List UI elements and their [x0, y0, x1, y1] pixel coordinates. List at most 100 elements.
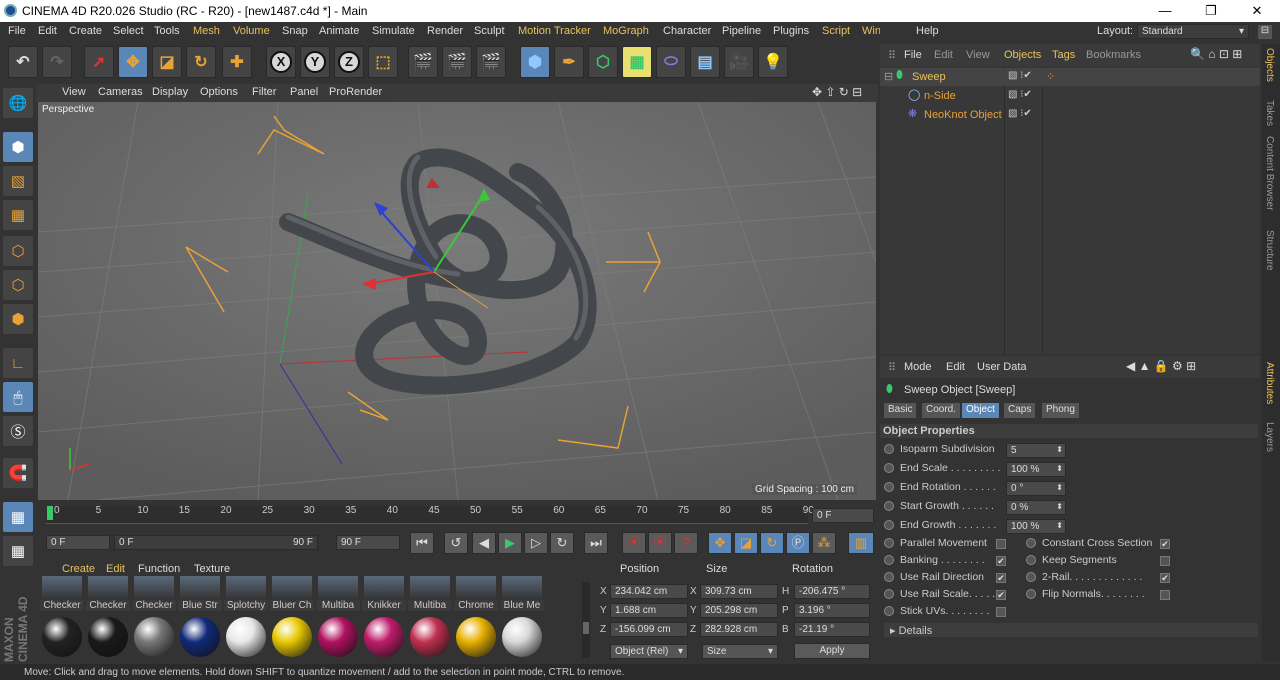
viewport-menu-filter[interactable]: Filter: [252, 86, 276, 98]
obj-menu-tags[interactable]: Tags: [1052, 49, 1075, 61]
checkbox[interactable]: ✔: [996, 556, 1006, 566]
phong-tag-icon[interactable]: ⁘: [1046, 70, 1055, 83]
side-tab-layers[interactable]: Layers: [1264, 422, 1275, 452]
material-menu-create[interactable]: Create: [62, 563, 95, 575]
record-pla-button[interactable]: ⁂: [812, 532, 836, 554]
obj-menu-file[interactable]: File: [904, 49, 922, 61]
material-swatch[interactable]: [364, 617, 404, 657]
animate-dot-icon[interactable]: [884, 501, 894, 512]
next-key-button[interactable]: ↻: [550, 532, 574, 554]
play-button[interactable]: ▶: [498, 532, 522, 554]
apply-button[interactable]: Apply: [794, 643, 870, 659]
animate-dot-icon[interactable]: [884, 555, 894, 566]
menu-motion-tracker[interactable]: Motion Tracker: [518, 25, 591, 37]
property-value-field[interactable]: 100 % ⬍: [1006, 519, 1066, 534]
live-selection-button[interactable]: ➚: [84, 46, 114, 78]
coord-rotation-field[interactable]: -206.475 °: [794, 584, 870, 599]
maximize-button[interactable]: ❐: [1188, 0, 1234, 22]
material-scroll-thumb[interactable]: [583, 622, 589, 634]
timeline-playhead[interactable]: [47, 506, 53, 520]
coord-size-field[interactable]: 309.73 cm: [700, 584, 778, 599]
material-swatch[interactable]: [226, 576, 266, 600]
stepper-arrows-icon[interactable]: ⬍: [1056, 502, 1063, 511]
viewport-menu-display[interactable]: Display: [152, 86, 188, 98]
material-swatch[interactable]: [226, 617, 266, 657]
texture-mode-button[interactable]: ▧: [3, 166, 33, 196]
make-editable-button[interactable]: 🌐: [3, 88, 33, 118]
coord-position-field[interactable]: 1.688 cm: [610, 603, 688, 618]
subdivision-surface-button[interactable]: ⬡: [588, 46, 618, 78]
checkbox[interactable]: ✔: [996, 573, 1006, 583]
obj-menu-objects[interactable]: Objects: [1004, 49, 1041, 61]
model-mode-button[interactable]: ⬢: [3, 132, 33, 162]
menu-snap[interactable]: Snap: [282, 25, 308, 37]
autokeying-button[interactable]: ⦿: [648, 532, 672, 554]
start-frame-field[interactable]: 0 F: [46, 535, 110, 550]
snap-button[interactable]: 🧲: [3, 458, 33, 488]
go-to-end-button[interactable]: ⏭: [584, 532, 608, 554]
redo-button[interactable]: ↷: [42, 46, 72, 78]
material-swatch[interactable]: [502, 576, 542, 600]
record-active-objects-button[interactable]: ⦿: [622, 532, 646, 554]
menu-sculpt[interactable]: Sculpt: [474, 25, 505, 37]
polygons-mode-button[interactable]: ⬢: [3, 304, 33, 334]
object-visibility-icons[interactable]: ▧ ⁝✔: [1008, 89, 1032, 100]
material-label[interactable]: Multiba: [316, 600, 360, 611]
animate-dot-icon[interactable]: [1026, 555, 1036, 566]
animate-dot-icon[interactable]: [884, 538, 894, 549]
go-to-start-button[interactable]: ⏮: [410, 532, 434, 554]
attr-menu-edit[interactable]: Edit: [946, 361, 965, 373]
preview-range-slider[interactable]: 0 F 90 F: [114, 535, 318, 550]
timeline-ruler[interactable]: 0 5 10 15 20 25 30 35 40 45 50 55 60 65 70 75 80 85 90 0 F: [36, 502, 878, 532]
expand-icon[interactable]: ⊟: [884, 70, 893, 83]
tab-basic[interactable]: Basic: [884, 403, 917, 418]
object-name[interactable]: Sweep: [912, 71, 946, 83]
y-axis-lock-button[interactable]: Y: [300, 46, 330, 78]
coords-size-dropdown[interactable]: Size ▾: [702, 644, 778, 659]
material-label[interactable]: Knikker: [362, 600, 406, 611]
deformer-button[interactable]: ⬭: [656, 46, 686, 78]
material-swatch[interactable]: [410, 576, 450, 600]
attr-nav-icons[interactable]: ◀ ▲ 🔒 ⚙ ⊞: [1126, 359, 1196, 373]
details-section[interactable]: ▸ Details: [884, 623, 1258, 637]
minimize-button[interactable]: —: [1142, 0, 1188, 22]
material-label[interactable]: Checker: [40, 600, 84, 611]
attr-menu-mode[interactable]: Mode: [904, 361, 932, 373]
record-scale-button[interactable]: ◪: [734, 532, 758, 554]
animate-dot-icon[interactable]: [1026, 572, 1036, 583]
scale-tool-button[interactable]: ◪: [152, 46, 182, 78]
coord-position-field[interactable]: -156.099 cm: [610, 622, 688, 637]
menu-volume[interactable]: Volume: [233, 25, 270, 37]
checkbox[interactable]: ✔: [1160, 573, 1170, 583]
menu-edit[interactable]: Edit: [38, 25, 57, 37]
workplane-lock-button[interactable]: ▦: [3, 502, 33, 532]
coord-position-field[interactable]: 234.042 cm: [610, 584, 688, 599]
close-button[interactable]: ✕: [1234, 0, 1280, 22]
coord-rotation-field[interactable]: -21.19 °: [794, 622, 870, 637]
next-frame-button[interactable]: ▷: [524, 532, 548, 554]
material-swatch[interactable]: [180, 576, 220, 600]
object-name[interactable]: NeoKnot Object: [924, 109, 1002, 121]
tab-phong[interactable]: Phong: [1042, 403, 1079, 418]
object-visibility-icons[interactable]: ▧ ⁝✔: [1008, 70, 1032, 81]
obj-toolbar-icons[interactable]: 🔍 ⌂ ⊡ ⊞: [1190, 47, 1242, 61]
material-swatch[interactable]: [42, 617, 82, 657]
coordinate-system-button[interactable]: ⬚: [368, 46, 398, 78]
menu-pipeline[interactable]: Pipeline: [722, 25, 761, 37]
animate-dot-icon[interactable]: [884, 520, 894, 531]
material-scrollbar[interactable]: [582, 582, 590, 658]
menu-simulate[interactable]: Simulate: [372, 25, 415, 37]
tab-caps[interactable]: Caps: [1004, 403, 1036, 418]
material-label[interactable]: Checker: [132, 600, 176, 611]
viewport-menu-prorender[interactable]: ProRender: [329, 86, 382, 98]
render-picture-viewer-button[interactable]: 🎬: [442, 46, 472, 78]
coord-rotation-field[interactable]: 3.196 °: [794, 603, 870, 618]
checkbox[interactable]: [996, 539, 1006, 549]
menu-character[interactable]: Character: [663, 25, 711, 37]
timeline-track[interactable]: [46, 506, 808, 524]
stepper-arrows-icon[interactable]: ⬍: [1056, 521, 1063, 530]
solo-button[interactable]: Ⓢ: [3, 416, 33, 446]
attr-menu-user-data[interactable]: User Data: [977, 361, 1027, 373]
menu-render[interactable]: Render: [427, 25, 463, 37]
menu-animate[interactable]: Animate: [319, 25, 359, 37]
